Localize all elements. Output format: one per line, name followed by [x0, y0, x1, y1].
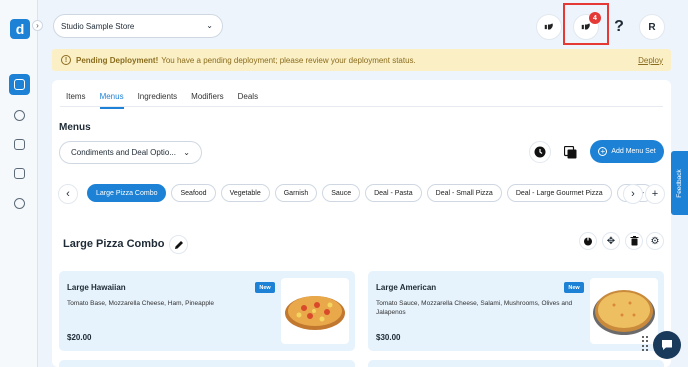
item-price: $30.00 [376, 333, 401, 342]
deploy-link[interactable]: Deploy [638, 56, 663, 65]
sidebar-item-menu[interactable] [9, 74, 30, 95]
user-avatar[interactable]: R [639, 14, 665, 40]
toggle-power-button[interactable] [579, 232, 597, 250]
trash-icon [630, 236, 638, 246]
sidebar-item-orders[interactable] [11, 107, 28, 124]
chip-deal-pasta[interactable]: Deal - Pasta [365, 184, 422, 202]
sidebar-item-integrations[interactable] [11, 195, 28, 212]
item-name: Large Hawaiian [67, 283, 126, 292]
chip-sauce[interactable]: Sauce [322, 184, 361, 202]
pencil-icon [174, 240, 183, 249]
plus-circle-icon: + [598, 147, 608, 156]
item-image [281, 278, 349, 344]
new-badge: New [564, 282, 584, 293]
alert-message: You have a pending deployment; please re… [161, 55, 416, 65]
menu-group-title: Large Pizza Combo [63, 238, 165, 250]
sidebar-item-media[interactable] [11, 165, 28, 182]
pizza-image [285, 296, 345, 330]
left-sidebar: d [0, 0, 38, 367]
menu-item-card[interactable] [368, 360, 664, 367]
sidebar-item-payments[interactable] [11, 136, 28, 153]
chip-seafood[interactable]: Seafood [171, 184, 216, 202]
item-description: Tomato Base, Mozzarella Cheese, Ham, Pin… [67, 300, 215, 307]
item-name: Large American [376, 283, 437, 292]
new-badge: New [255, 282, 275, 293]
delete-button[interactable] [625, 232, 643, 250]
chip-deal-small-pizza[interactable]: Deal - Small Pizza [426, 184, 502, 202]
add-menu-set-button[interactable]: + Add Menu Set [590, 140, 664, 163]
copy-button[interactable] [559, 141, 581, 163]
chip-large-pizza-combo[interactable]: Large Pizza Combo [87, 184, 167, 202]
store-select-value: Studio Sample Store [61, 21, 135, 31]
add-menu-set-label: Add Menu Set [611, 148, 656, 155]
chips-scroll-left-button[interactable]: ‹ [58, 184, 78, 204]
chips-scroll-right-button[interactable]: › [623, 184, 643, 204]
chevron-left-icon: ‹ [66, 188, 70, 200]
chip-vegetable[interactable]: Vegetable [220, 184, 270, 202]
move-icon: ✥ [606, 235, 616, 247]
menu-set-select[interactable]: Condiments and Deal Optio... ⌄ [59, 141, 202, 164]
highlight-box [563, 3, 609, 45]
tab-divider [60, 106, 663, 107]
chip-deal-large-gourmet-pizza[interactable]: Deal - Large Gourmet Pizza [506, 184, 612, 202]
section-title: Menus [59, 122, 91, 133]
copy-icon [563, 145, 576, 158]
menu-set-value: Condiments and Deal Optio... [71, 148, 176, 157]
store-select[interactable]: Studio Sample Store ⌄ [53, 14, 223, 38]
item-description: Tomato Sauce, Mozzarella Cheese, Salami,… [376, 300, 573, 316]
sidebar-collapse-button[interactable]: › [32, 20, 43, 31]
gear-icon: ⚙ [650, 235, 660, 247]
edit-menu-button[interactable] [169, 235, 188, 254]
rocket-icon [544, 23, 553, 30]
chevron-down-icon: ⌄ [183, 148, 190, 157]
menu-item-card[interactable]: Large Hawaiian New Tomato Base, Mozzarel… [59, 271, 355, 351]
main-content-card: Items Menus Ingredients Modifiers Deals … [52, 80, 671, 367]
menu-chips: Large Pizza Combo Seafood Vegetable Garn… [87, 184, 654, 202]
menu-item-card[interactable]: Large American New Tomato Sauce, Mozzare… [368, 271, 664, 351]
menu-item-card[interactable] [59, 360, 355, 367]
chip-garnish[interactable]: Garnish [274, 184, 318, 202]
item-image [590, 278, 658, 344]
alert-title: Pending Deployment! [76, 55, 159, 65]
help-button[interactable]: ? [606, 14, 632, 40]
clock-icon [534, 146, 546, 158]
chevron-down-icon: ⌄ [206, 21, 213, 30]
chat-icon [662, 340, 672, 350]
pending-deployment-alert: ! Pending Deployment! You have a pending… [52, 49, 671, 71]
feedback-label: Feedback [676, 168, 684, 198]
app-logo[interactable]: d [10, 19, 30, 39]
plus-icon: + [651, 188, 659, 200]
deploy-rocket-button[interactable] [536, 14, 562, 40]
power-icon [584, 236, 592, 246]
pizza-image [593, 290, 655, 335]
item-price: $20.00 [67, 333, 92, 342]
feedback-tab[interactable]: Feedback [671, 151, 688, 215]
schedule-button[interactable] [529, 141, 551, 163]
chevron-right-icon: › [631, 188, 635, 200]
info-icon: ! [61, 55, 71, 65]
add-menu-button[interactable]: + [645, 184, 665, 204]
settings-button[interactable]: ⚙ [646, 232, 664, 250]
chat-button[interactable] [653, 331, 681, 359]
move-button[interactable]: ✥ [602, 232, 620, 250]
drag-handle[interactable] [642, 336, 649, 352]
